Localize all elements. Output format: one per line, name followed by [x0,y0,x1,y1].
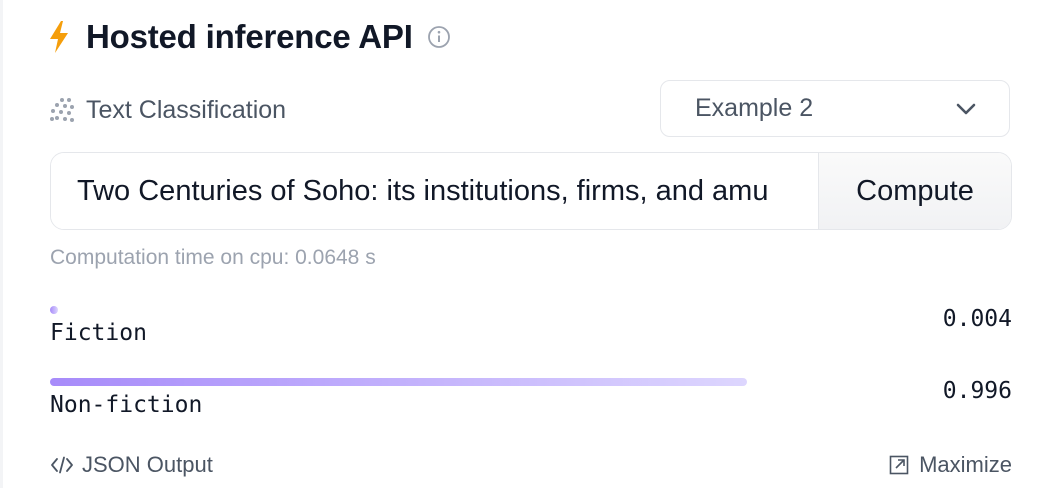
chevron-down-icon [956,103,976,114]
widget-title: Hosted inference API [86,18,413,55]
result-score: 0.004 [942,306,1012,332]
result-bar-fill [50,306,58,314]
maximize-button[interactable]: Maximize [889,452,1012,478]
json-output-label: JSON Output [82,452,213,477]
code-icon [51,456,73,474]
widget-header: Hosted inference API [48,14,451,60]
result-score: 0.996 [942,378,1012,404]
json-output-button[interactable]: JSON Output [50,452,213,478]
maximize-label: Maximize [919,452,1012,477]
example-select-value: Example 2 [695,94,814,122]
input-row: Two Centuries of Soho: its institutions,… [50,152,1012,230]
result-bar [50,378,750,386]
result-label: Fiction [50,320,147,346]
result-label: Non-fiction [50,392,203,418]
result-bar [50,306,750,314]
example-select[interactable]: Example 2 [660,80,1010,137]
result-bar-fill [50,378,748,386]
info-icon[interactable] [427,25,451,49]
text-input[interactable]: Two Centuries of Soho: its institutions,… [51,153,818,229]
bolt-icon [50,21,68,53]
maximize-icon [889,455,909,475]
left-border [0,0,3,488]
task-type: Text Classification [50,90,286,130]
compute-button[interactable]: Compute [818,153,1011,229]
dots-grid-icon [50,98,74,122]
computation-time: Computation time on cpu: 0.0648 s [50,246,376,269]
task-label: Text Classification [86,95,287,124]
